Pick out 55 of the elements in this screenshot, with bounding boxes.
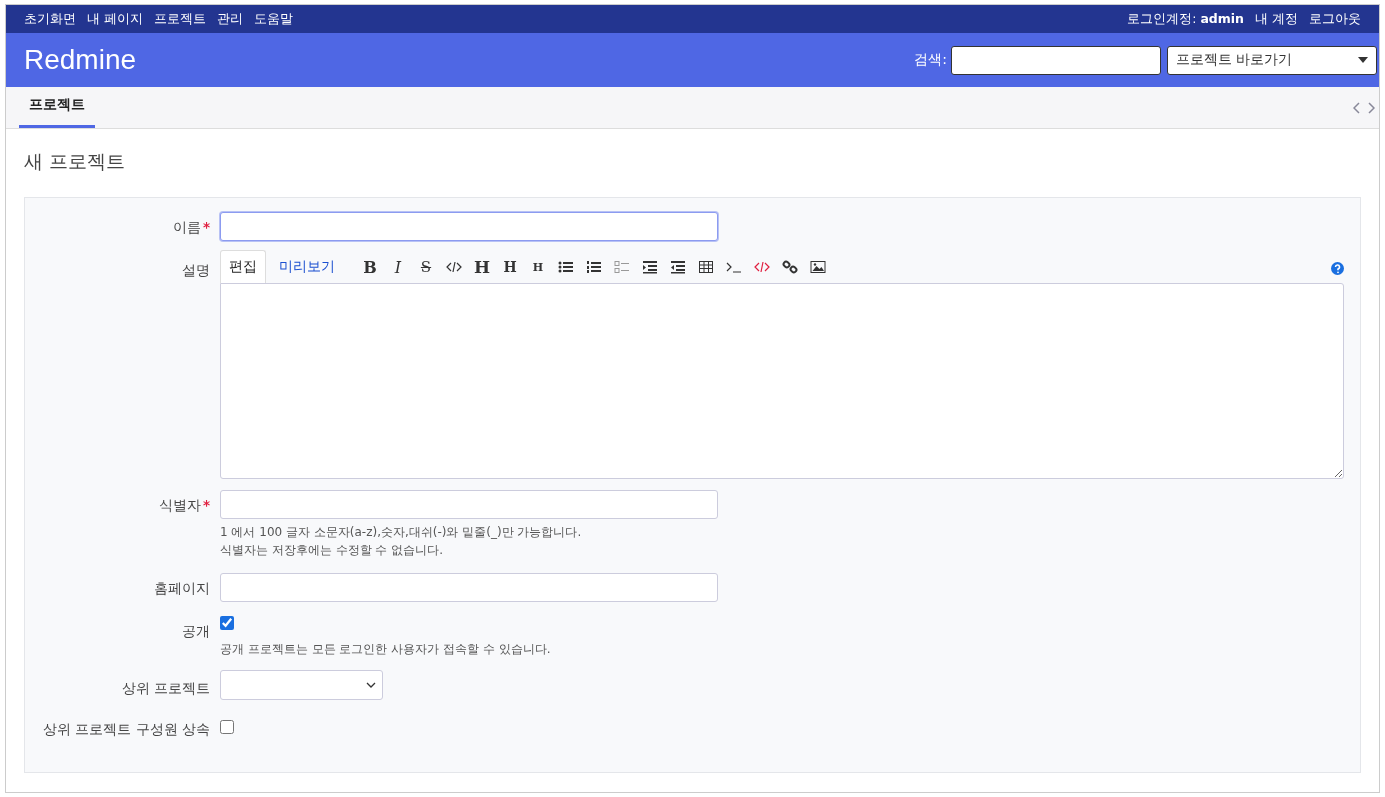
format-button[interactable]: I — [386, 256, 410, 278]
inherit-members-checkbox[interactable] — [220, 719, 234, 734]
field-label: 설명 — [182, 262, 210, 278]
logged-in-text: 로그인계정: admin — [1127, 10, 1244, 28]
format-button[interactable]: B — [358, 256, 382, 278]
top-menu-link[interactable]: 초기화면 — [24, 10, 76, 28]
outdent-icon — [670, 260, 686, 274]
format-button[interactable]: H — [470, 256, 494, 278]
required-mark: * — [202, 219, 210, 235]
field-label: 식별자* — [158, 497, 210, 513]
numbered-list-icon — [586, 260, 602, 274]
format-button[interactable]: H — [526, 256, 550, 278]
chevron-right-icon[interactable] — [1368, 102, 1375, 114]
hint-text: 공개 프로젝트는 모든 로그인한 사용자가 접속할 수 있습니다. — [220, 641, 552, 658]
code-icon — [446, 260, 462, 274]
name-input[interactable] — [220, 212, 718, 241]
bulleted-list-icon — [558, 260, 574, 274]
field-label: 공개 — [182, 623, 210, 639]
code-icon — [754, 260, 770, 274]
search-field[interactable] — [951, 45, 1161, 75]
required-mark: * — [202, 497, 210, 513]
chevron-left-icon[interactable] — [1353, 102, 1360, 114]
top-menu-link[interactable]: 내 페이지 — [87, 10, 143, 28]
field-label: 홈페이지 — [154, 580, 210, 596]
editor-tab[interactable]: 미리보기 — [270, 250, 344, 283]
field-label: 상위 프로젝트 — [121, 679, 210, 696]
format-button[interactable]: S — [414, 256, 438, 278]
field-label: 상위 프로젝트 구성원 상속 — [43, 721, 210, 737]
editor-tab[interactable]: 편집 — [220, 250, 266, 283]
format-button[interactable]: H — [498, 256, 522, 278]
hint-text: 식별자는 저장후에는 수정할 수 없습니다. — [220, 542, 445, 559]
homepage-input[interactable] — [220, 573, 718, 602]
field-label: 이름* — [172, 219, 210, 235]
app-title: Redmine — [24, 44, 137, 76]
link-icon — [782, 260, 798, 274]
top-menu-link[interactable]: 관리 — [217, 10, 243, 28]
top-menu-link[interactable]: 프로젝트 — [154, 10, 206, 28]
help-icon[interactable] — [1331, 262, 1344, 275]
indent-icon — [642, 260, 658, 274]
account-link[interactable]: 로그아웃 — [1309, 10, 1361, 28]
page-title: 새 프로젝트 — [24, 149, 127, 174]
checklist-icon — [614, 260, 630, 274]
search-label: 검색: — [914, 51, 947, 69]
public-checkbox[interactable] — [220, 616, 234, 630]
project-jump-select[interactable]: 프로젝트 바로가기 — [1167, 45, 1377, 75]
main-tab[interactable]: 프로젝트 — [19, 96, 95, 128]
image-icon — [810, 260, 826, 274]
identifier-input[interactable] — [220, 490, 718, 519]
top-menu-link[interactable]: 도움말 — [254, 10, 293, 28]
dropdown-arrow-icon — [1358, 57, 1368, 63]
account-link[interactable]: 내 계정 — [1255, 10, 1298, 28]
table-icon — [698, 260, 714, 274]
hint-text: 1 에서 100 글자 소문자(a-z),숫자,대쉬(-)와 밑줄(_)만 가능합니다. — [220, 524, 583, 541]
chevron-down-icon — [366, 682, 376, 688]
terminal-icon — [726, 260, 742, 274]
